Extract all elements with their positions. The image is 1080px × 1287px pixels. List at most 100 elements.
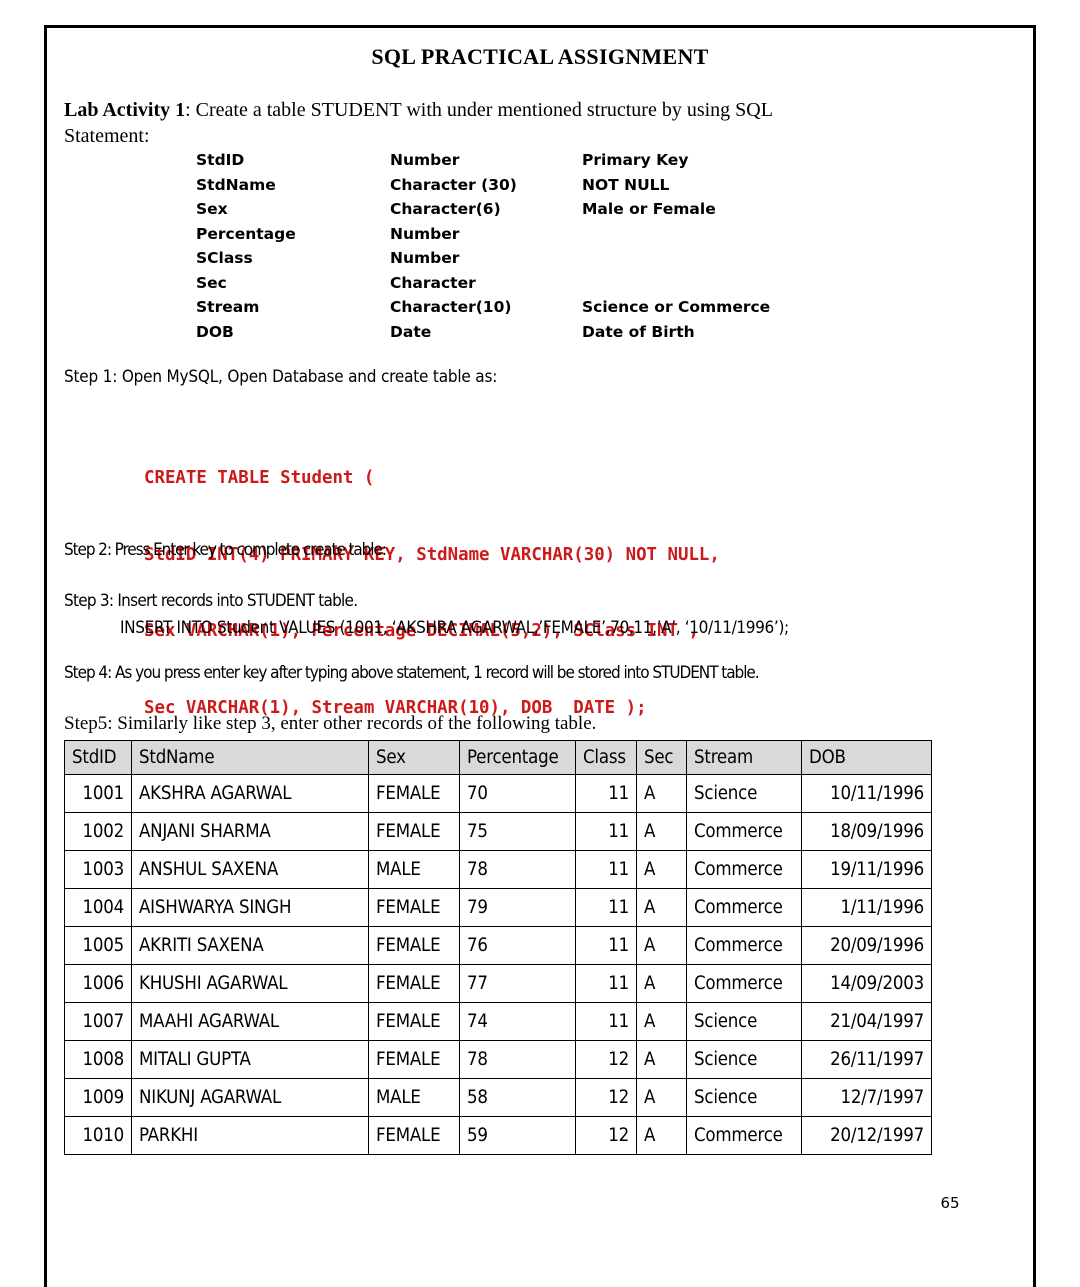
sql-insert-statement: INSERT INTO Student VALUES (1001, ‘AKSHR… — [120, 618, 789, 638]
spec-type: Character(6) — [390, 200, 501, 218]
cell-percentage: 79 — [459, 888, 576, 927]
spec-note: Science or Commerce — [582, 298, 771, 316]
cell-sex: FEMALE — [368, 964, 460, 1003]
cell-class: 11 — [575, 812, 637, 851]
cell-sec: A — [636, 1002, 687, 1041]
spec-field: Sex — [196, 200, 228, 218]
table-row: 1004 AISHWARYA SINGH FEMALE 79 11 A Comm… — [64, 888, 932, 927]
cell-percentage: 78 — [459, 1040, 576, 1079]
cell-sec: A — [636, 850, 687, 889]
cell-stdname: MAAHI AGARWAL — [131, 1002, 369, 1041]
cell-stdname: AKSHRA AGARWAL — [131, 774, 369, 813]
column-header-stdname: StdName — [131, 740, 369, 775]
cell-dob: 19/11/1996 — [801, 850, 932, 889]
step-3-text: Step 3: Insert records into STUDENT tabl… — [64, 591, 358, 611]
cell-sex: MALE — [368, 850, 460, 889]
spec-field: DOB — [196, 322, 234, 341]
lab-activity-intro-rest: : Create a table STUDENT with under ment… — [185, 99, 773, 121]
spec-type: Character(10) — [390, 298, 512, 316]
step-4-text: Step 4: As you press enter key after typ… — [64, 663, 760, 683]
cell-sex: FEMALE — [368, 1116, 460, 1155]
step-5-text: Step5: Similarly like step 3, enter othe… — [64, 713, 597, 734]
spec-note: NOT NULL — [582, 175, 670, 194]
cell-class: 11 — [575, 888, 637, 927]
cell-percentage: 77 — [459, 964, 576, 1003]
page-number: 65 — [940, 1194, 960, 1212]
cell-stream: Commerce — [686, 1116, 802, 1155]
cell-stream: Commerce — [686, 888, 802, 927]
cell-stdid: 1010 — [64, 1116, 132, 1155]
cell-percentage: 58 — [459, 1078, 576, 1117]
spec-field: StdID — [196, 151, 245, 169]
column-header-stdid: StdID — [64, 740, 132, 775]
table-row: 1001 AKSHRA AGARWAL FEMALE 70 11 A Scien… — [64, 774, 932, 813]
spec-row: StdID Number Primary Key — [196, 148, 896, 173]
cell-stream: Commerce — [686, 850, 802, 889]
step-2-text: Step 2: Press Enter key to complete crea… — [64, 540, 387, 560]
cell-stdid: 1001 — [64, 774, 132, 813]
cell-stream: Science — [686, 1040, 802, 1079]
column-header-stream: Stream — [686, 740, 802, 775]
cell-dob: 12/7/1997 — [801, 1078, 932, 1117]
cell-sec: A — [636, 1116, 687, 1155]
spec-type: Number — [390, 224, 460, 243]
lab-activity-label: Lab Activity 1 — [64, 99, 186, 121]
cell-stdname: ANJANI SHARMA — [131, 812, 369, 851]
spec-type: Number — [390, 151, 460, 169]
cell-sec: A — [636, 812, 687, 851]
cell-stdname: AKRITI SAXENA — [131, 926, 369, 965]
table-header: StdID StdName Sex Percentage Class Sec S… — [64, 740, 932, 775]
cell-percentage: 76 — [459, 926, 576, 965]
spec-field: Percentage — [196, 224, 296, 243]
cell-percentage: 59 — [459, 1116, 576, 1155]
cell-sex: MALE — [368, 1078, 460, 1117]
column-header-sec: Sec — [636, 740, 687, 775]
table-row: 1009 NIKUNJ AGARWAL MALE 58 12 A Science… — [64, 1078, 932, 1117]
spec-field: StdName — [196, 175, 276, 194]
cell-stream: Commerce — [686, 964, 802, 1003]
cell-stdid: 1008 — [64, 1040, 132, 1079]
spec-row: Sex Character(6) Male or Female — [196, 197, 896, 222]
lab-activity-intro: Lab Activity 1: Create a table STUDENT w… — [64, 97, 964, 123]
spec-field: Stream — [196, 298, 260, 316]
spec-row: SClass Number — [196, 246, 896, 271]
cell-sec: A — [636, 1078, 687, 1117]
cell-sec: A — [636, 888, 687, 927]
cell-sex: FEMALE — [368, 1040, 460, 1079]
column-header-sex: Sex — [368, 740, 460, 775]
cell-dob: 10/11/1996 — [801, 774, 932, 813]
table-row: 1007 MAAHI AGARWAL FEMALE 74 11 A Scienc… — [64, 1002, 932, 1041]
cell-class: 12 — [575, 1116, 637, 1155]
cell-stream: Science — [686, 774, 802, 813]
cell-class: 11 — [575, 926, 637, 965]
cell-stdname: KHUSHI AGARWAL — [131, 964, 369, 1003]
cell-stdid: 1009 — [64, 1078, 132, 1117]
cell-stdname: MITALI GUPTA — [131, 1040, 369, 1079]
cell-sec: A — [636, 964, 687, 1003]
student-records-table: StdID StdName Sex Percentage Class Sec S… — [64, 740, 932, 1155]
cell-dob: 18/09/1996 — [801, 812, 932, 851]
cell-sex: FEMALE — [368, 926, 460, 965]
spec-row: Sec Character — [196, 271, 896, 296]
column-header-dob: DOB — [801, 740, 932, 775]
column-header-class: Class — [575, 740, 637, 775]
cell-sec: A — [636, 1040, 687, 1079]
spec-type: Character (30) — [390, 175, 517, 194]
spec-note: Male or Female — [582, 200, 716, 218]
cell-stream: Commerce — [686, 812, 802, 851]
cell-stdname: PARKHI — [131, 1116, 369, 1155]
column-header-percentage: Percentage — [459, 740, 576, 775]
cell-class: 12 — [575, 1040, 637, 1079]
cell-sec: A — [636, 774, 687, 813]
cell-stdname: AISHWARYA SINGH — [131, 888, 369, 927]
cell-percentage: 70 — [459, 774, 576, 813]
cell-stream: Commerce — [686, 926, 802, 965]
cell-sex: FEMALE — [368, 774, 460, 813]
cell-dob: 20/12/1997 — [801, 1116, 932, 1155]
column-spec-block: StdID Number Primary Key StdName Character … — [196, 148, 896, 344]
cell-dob: 26/11/1997 — [801, 1040, 932, 1079]
spec-type: Character — [390, 273, 476, 292]
spec-row: StdName Character (30) NOT NULL — [196, 173, 896, 198]
cell-stdid: 1007 — [64, 1002, 132, 1041]
spec-note: Date of Birth — [582, 322, 695, 341]
